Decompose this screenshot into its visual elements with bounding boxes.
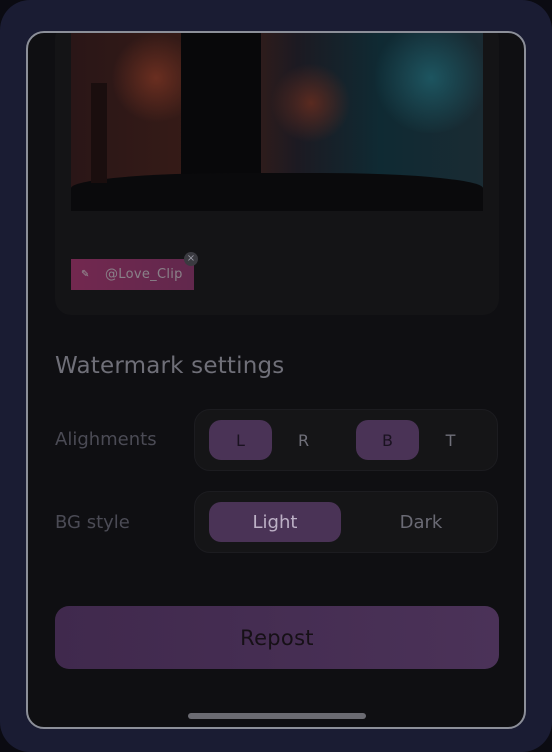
home-indicator <box>188 713 366 719</box>
align-left-button[interactable]: L <box>209 420 272 460</box>
device-frame: ✎ @Love_Clip × Watermark settings Alighm… <box>0 0 552 752</box>
close-icon[interactable]: × <box>184 252 198 266</box>
alignment-selector: L R B T <box>194 409 498 471</box>
watermark-text: @Love_Clip <box>105 267 183 282</box>
watermark-tag[interactable]: ✎ @Love_Clip <box>71 259 194 290</box>
align-top-button[interactable]: T <box>419 420 482 460</box>
alignments-label: Alighments <box>55 429 157 450</box>
align-bottom-button[interactable]: B <box>356 420 419 460</box>
bg-dark-button[interactable]: Dark <box>355 502 487 542</box>
app-screen: ✎ @Love_Clip × Watermark settings Alighm… <box>26 31 526 729</box>
bg-light-button[interactable]: Light <box>209 502 341 542</box>
bg-style-selector: Light Dark <box>194 491 498 553</box>
clip-icon: ✎ <box>81 268 90 280</box>
align-right-button[interactable]: R <box>272 420 335 460</box>
preview-card: ✎ @Love_Clip × <box>55 33 499 315</box>
repost-button[interactable]: Repost <box>55 606 499 669</box>
bg-style-label: BG style <box>55 512 130 533</box>
video-preview-image[interactable] <box>71 33 483 211</box>
section-title: Watermark settings <box>55 353 285 379</box>
